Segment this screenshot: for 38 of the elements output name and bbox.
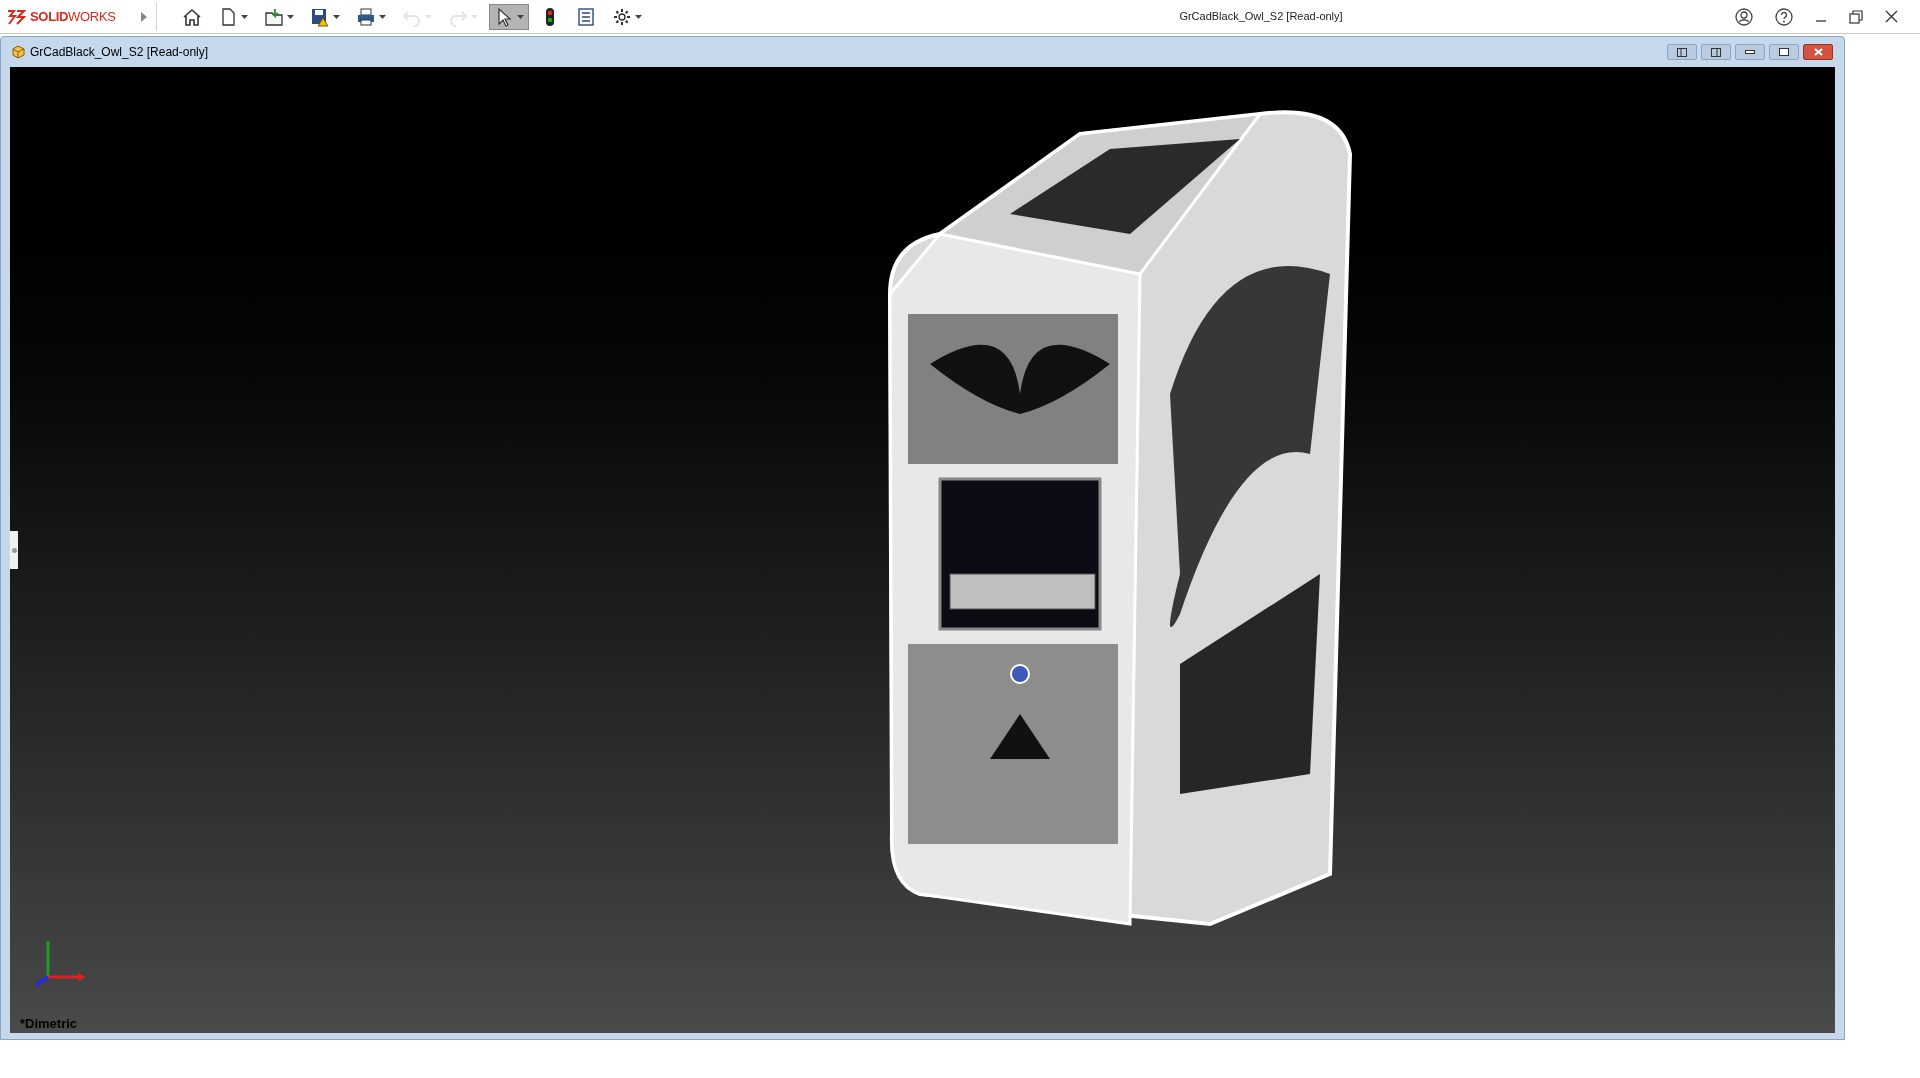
dropdown-caret-icon: [635, 14, 642, 19]
tile-right-button[interactable]: [1701, 44, 1731, 60]
graphics-viewport[interactable]: *Dimetric: [10, 67, 1835, 1033]
dropdown-caret-icon: [333, 14, 340, 19]
part-icon: [10, 44, 26, 60]
view-orientation-label: *Dimetric: [20, 1014, 78, 1033]
window-title: GrCadBlack_Owl_S2 [Read-only]: [1179, 9, 1343, 25]
gear-icon: [612, 6, 632, 27]
app-logo: SOLIDWORKS: [30, 7, 116, 26]
select-tool-button[interactable]: [489, 3, 529, 30]
maximize-icon: [1779, 48, 1789, 56]
minimize-button[interactable]: [1735, 44, 1765, 60]
folder-icon: [264, 6, 284, 27]
home-icon: [182, 6, 202, 27]
list-icon: [576, 6, 596, 27]
minimize-icon: [1745, 50, 1755, 54]
close-button[interactable]: [1803, 44, 1833, 60]
dropdown-caret-icon: [287, 14, 294, 19]
account-icon[interactable]: [1735, 7, 1753, 26]
tile-left-icon: [1677, 47, 1687, 57]
dropdown-caret-icon: [471, 14, 478, 19]
panel-toggle-handle[interactable]: [10, 531, 18, 569]
printer-icon: [356, 6, 376, 27]
close-icon[interactable]: [1885, 10, 1898, 23]
dropdown-caret-icon: [379, 14, 386, 19]
restore-icon[interactable]: [1849, 9, 1863, 24]
dropdown-caret-icon: [425, 14, 432, 19]
maximize-button[interactable]: [1769, 44, 1799, 60]
close-icon: [1813, 48, 1823, 56]
tile-left-button[interactable]: [1667, 44, 1697, 60]
logo-icon: [6, 7, 26, 26]
tile-right-icon: [1711, 47, 1721, 57]
document-title: GrCadBlack_Owl_S2 [Read-only]: [30, 44, 209, 61]
floppy-disk-icon: [310, 6, 330, 27]
help-icon[interactable]: [1775, 7, 1793, 26]
dropdown-caret-icon: [517, 14, 524, 19]
expand-arrow-icon[interactable]: [140, 11, 148, 22]
dropdown-caret-icon: [241, 14, 248, 19]
